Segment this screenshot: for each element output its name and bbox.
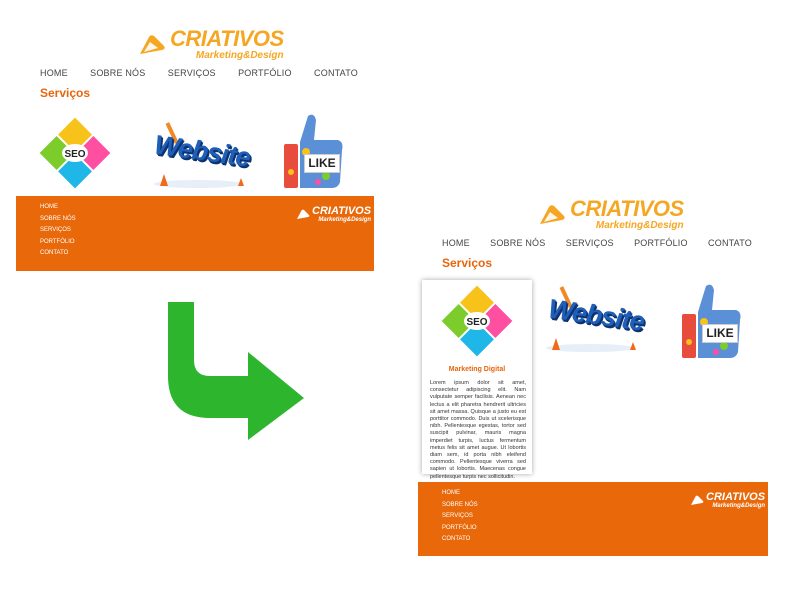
footer-link-servicos[interactable]: SERVIÇOS [442, 513, 478, 519]
footer-brand-name: CRIATIVOS [312, 205, 372, 217]
brand-tagline: Marketing&Design [195, 50, 284, 61]
nav-item-servicos[interactable]: SERVIÇOS [168, 68, 216, 78]
footer-logo[interactable]: CRIATIVOS Marketing&Design [296, 206, 371, 223]
nav-item-portfolio[interactable]: PORTFÓLIO [238, 68, 292, 78]
before-mockup: CRIATIVOS Marketing&Design HOME SOBRE NÓ… [0, 0, 390, 280]
footer-link-sobre[interactable]: SOBRE NÓS [442, 502, 478, 508]
brand-logo-after[interactable]: CRIATIVOS Marketing&Design [538, 198, 684, 231]
logo-icon [140, 34, 165, 54]
footer-brand-tagline: Marketing&Design [318, 217, 372, 223]
nav-item-sobre[interactable]: SOBRE NÓS [90, 68, 145, 78]
main-nav: HOME SOBRE NÓS SERVIÇOS PORTFÓLIO CONTAT… [40, 68, 358, 78]
brand-logo[interactable]: CRIATIVOS Marketing&Design [138, 28, 284, 61]
nav-item-sobre[interactable]: SOBRE NÓS [490, 238, 545, 248]
like-thumb-icon: LIKE [282, 112, 344, 190]
brand-tagline: Marketing&Design [595, 220, 684, 231]
website-3d-icon: Website [148, 118, 252, 190]
website-3d-icon: Website [540, 282, 646, 354]
seo-label: SEO [466, 317, 487, 328]
footer-brand-name: CRIATIVOS [706, 491, 766, 503]
footer-logo-icon [691, 495, 704, 505]
footer-link-portfolio[interactable]: PORTFÓLIO [40, 239, 76, 245]
card-title: Marketing Digital [448, 366, 506, 373]
nav-item-servicos[interactable]: SERVIÇOS [566, 238, 614, 248]
card-text: Lorem ipsum dolor sit amet, consectetur … [430, 380, 526, 480]
footer-brand-tagline: Marketing&Design [712, 503, 766, 509]
nav-item-contato[interactable]: CONTATO [314, 68, 358, 78]
seo-diagram-icon: SEO [441, 285, 513, 357]
logo-icon [540, 204, 565, 224]
site-footer-after: HOME SOBRE NÓS SERVIÇOS PORTFÓLIO CONTAT… [418, 482, 768, 556]
nav-item-home[interactable]: HOME [40, 68, 68, 78]
nav-item-home[interactable]: HOME [442, 238, 470, 248]
footer-nav: HOME SOBRE NÓS SERVIÇOS PORTFÓLIO CONTAT… [442, 490, 478, 548]
nav-item-contato[interactable]: CONTATO [708, 238, 752, 248]
footer-link-contato[interactable]: CONTATO [442, 536, 478, 542]
footer-nav: HOME SOBRE NÓS SERVIÇOS PORTFÓLIO CONTAT… [40, 204, 76, 262]
footer-link-portfolio[interactable]: PORTFÓLIO [442, 525, 478, 531]
nav-item-portfolio[interactable]: PORTFÓLIO [634, 238, 688, 248]
brand-name: CRIATIVOS [570, 196, 684, 221]
site-footer: HOME SOBRE NÓS SERVIÇOS PORTFÓLIO CONTAT… [16, 196, 374, 271]
main-nav-after: HOME SOBRE NÓS SERVIÇOS PORTFÓLIO CONTAT… [442, 238, 752, 248]
after-mockup: CRIATIVOS Marketing&Design HOME SOBRE NÓ… [418, 190, 770, 560]
like-word: LIKE [702, 324, 738, 343]
footer-logo[interactable]: CRIATIVOS Marketing&Design [690, 492, 765, 509]
footer-link-sobre[interactable]: SOBRE NÓS [40, 216, 76, 222]
footer-link-home[interactable]: HOME [442, 490, 478, 496]
section-title: Serviços [40, 86, 91, 100]
footer-link-servicos[interactable]: SERVIÇOS [40, 227, 76, 233]
footer-logo-icon [297, 209, 310, 219]
section-title-after: Serviços [442, 256, 493, 270]
like-word: LIKE [304, 154, 340, 173]
footer-link-contato[interactable]: CONTATO [40, 250, 76, 256]
transition-arrow-icon [168, 302, 304, 440]
service-card[interactable]: SEO Marketing Digital Lorem ipsum dolor … [422, 280, 532, 480]
seo-label: SEO [64, 149, 85, 160]
brand-name: CRIATIVOS [170, 26, 284, 51]
seo-diagram-icon: SEO [39, 117, 111, 189]
like-thumb-icon: LIKE [680, 282, 742, 360]
footer-link-home[interactable]: HOME [40, 204, 76, 210]
